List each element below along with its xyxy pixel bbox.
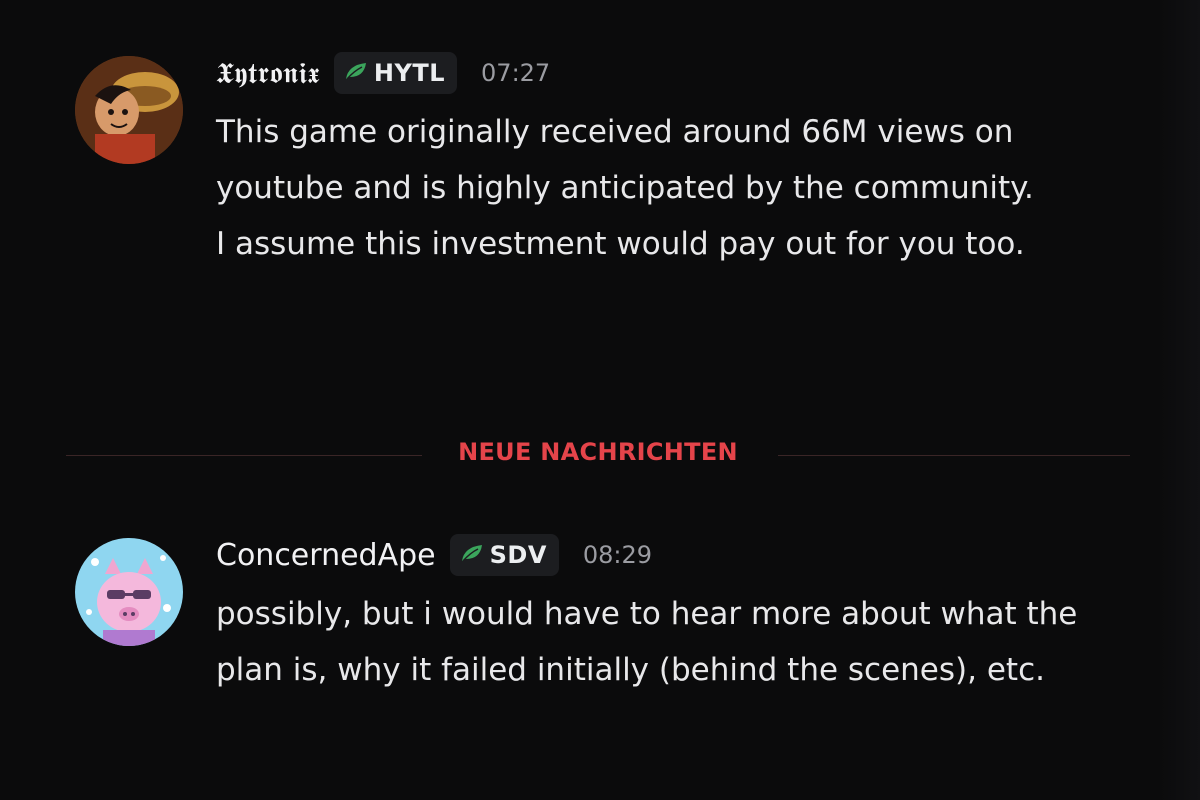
server-tag[interactable]: HYTL (333, 52, 458, 94)
message-line: This game originally received around 66M… (216, 114, 1034, 206)
adjacent-panel-edge (1160, 0, 1200, 800)
divider-label: NEUE NACHRICHTEN (458, 438, 738, 466)
server-tag[interactable]: SDV (449, 534, 559, 576)
message-content: 𝖃𝖞𝖙𝖗𝖔𝖓𝖎𝖝 HYTL 07:27 This game originally… (216, 48, 1116, 272)
avatar[interactable] (75, 56, 183, 164)
message-text: possibly, but i would have to hear more … (216, 586, 1116, 698)
chat-channel: 𝖃𝖞𝖙𝖗𝖔𝖓𝖎𝖝 HYTL 07:27 This game originally… (0, 0, 1200, 800)
new-messages-divider: NEUE NACHRICHTEN (66, 433, 1130, 477)
leaf-icon (460, 543, 484, 567)
leaf-icon (344, 61, 368, 85)
divider-line (778, 455, 1130, 456)
tag-label: SDV (489, 541, 547, 569)
message-header: 𝖃𝖞𝖙𝖗𝖔𝖓𝖎𝖝 HYTL 07:27 (216, 48, 1116, 98)
message-content: ConcernedApe SDV 08:29 possibly, but i w… (216, 530, 1116, 698)
avatar[interactable] (75, 538, 183, 646)
message-line: I assume this investment would pay out f… (216, 226, 1025, 262)
message-header: ConcernedApe SDV 08:29 (216, 530, 1116, 580)
username[interactable]: ConcernedApe (216, 538, 436, 573)
timestamp: 07:27 (481, 59, 551, 87)
timestamp: 08:29 (582, 541, 653, 569)
message-line: possibly, but i would have to hear more … (216, 596, 1078, 688)
message-text: This game originally received around 66M… (216, 104, 1116, 272)
tag-label: HYTL (373, 59, 446, 87)
username[interactable]: 𝖃𝖞𝖙𝖗𝖔𝖓𝖎𝖝 (216, 56, 320, 91)
